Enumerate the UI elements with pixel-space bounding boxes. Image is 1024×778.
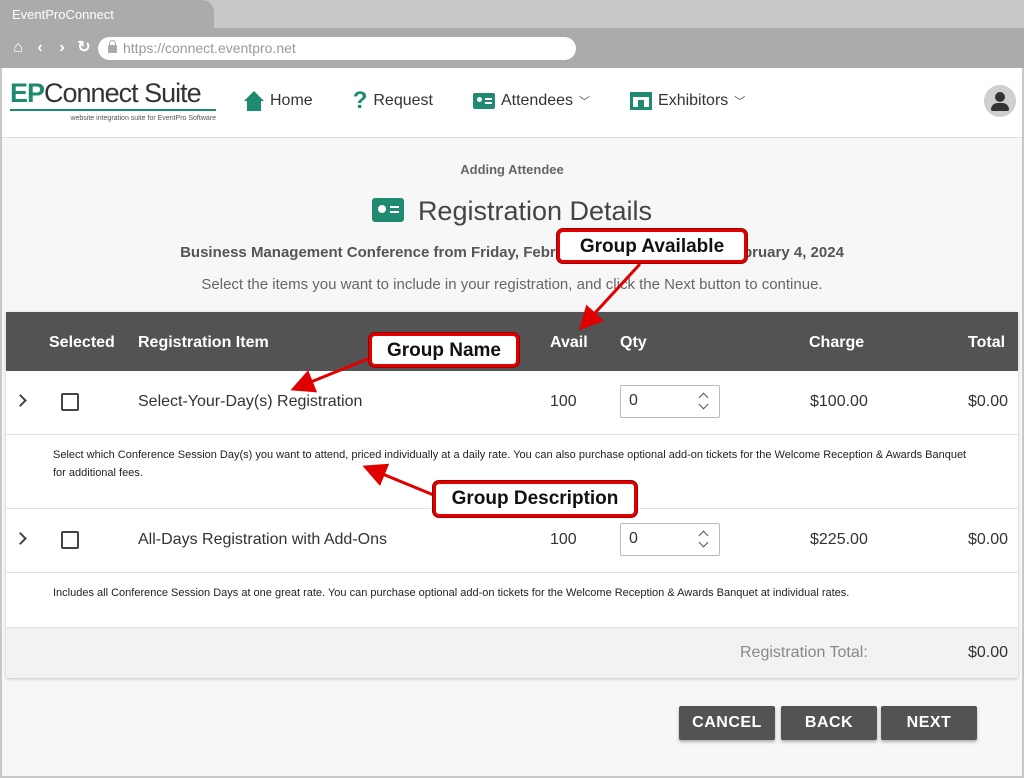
question-mark-icon: ? (352, 87, 368, 114)
nav-home-label: Home (270, 92, 313, 109)
nav-attendees[interactable]: Attendees ﹀ (472, 88, 591, 114)
group-description: Includes all Conference Session Days at … (6, 574, 1018, 628)
browser-nav-icons: ⌂ ‹ › ↻ (10, 39, 92, 57)
page-title-text: Registration Details (417, 196, 653, 226)
nav-request-label: Request (373, 92, 433, 109)
charge-value: $100.00 (810, 393, 868, 410)
registration-item-name: All-Days Registration with Add-Ons (138, 531, 387, 548)
header-qty: Qty (620, 334, 647, 351)
qty-value: 0 (629, 392, 638, 409)
nav-request[interactable]: ? Request (353, 88, 433, 114)
nav-exhibitors[interactable]: Exhibitors ﹀ (630, 88, 745, 114)
logo-rule (10, 109, 216, 111)
spinner-arrows-icon[interactable] (699, 392, 709, 412)
url-text: https://connect.eventpro.net (123, 40, 296, 56)
qty-value: 0 (629, 530, 638, 547)
home-icon[interactable]: ⌂ (10, 39, 26, 57)
logo-ep: EP (10, 78, 45, 108)
charge-value: $225.00 (810, 531, 868, 548)
select-checkbox[interactable] (61, 393, 79, 411)
total-value: $0.00 (968, 393, 1009, 410)
back-arrow-icon[interactable]: ‹ (32, 39, 48, 57)
table-row: All-Days Registration with Add-Ons 100 0… (6, 509, 1018, 573)
header-charge: Charge (809, 334, 865, 351)
browser-tab-title: EventProConnect (12, 7, 114, 22)
registration-total-row: Registration Total: $0.00 (6, 628, 1018, 678)
qty-stepper[interactable]: 0 (620, 523, 720, 556)
page-subtitle: Adding Attendee (460, 162, 564, 177)
app-header: EPConnect Suite website integration suit… (2, 68, 1022, 138)
nav-home[interactable]: Home (244, 88, 313, 114)
chevron-right-icon[interactable] (16, 531, 26, 547)
nav-exhibitors-label: Exhibitors (658, 92, 729, 109)
lock-icon (108, 40, 117, 53)
next-button[interactable]: NEXT (881, 706, 977, 740)
registration-total-label: Registration Total: (740, 644, 868, 661)
callout-group-name: Group Name (369, 333, 519, 367)
page-title: Registration Details (2, 196, 1022, 227)
main-nav: Home ? Request Attendees ﹀ Exhibitors ﹀ (244, 88, 785, 114)
header-avail: Avail (550, 334, 588, 351)
avail-value: 100 (550, 393, 577, 410)
reload-icon[interactable]: ↻ (76, 39, 92, 57)
forward-arrow-icon[interactable]: › (54, 39, 70, 57)
total-value: $0.00 (968, 531, 1009, 548)
header-selected: Selected (49, 334, 115, 351)
id-badge-icon (371, 198, 404, 222)
select-checkbox[interactable] (61, 531, 79, 549)
qty-stepper[interactable]: 0 (620, 385, 720, 418)
chevron-down-icon: ﹀ (579, 96, 591, 108)
ep-connect-suite-logo[interactable]: EPConnect Suite website integration suit… (10, 78, 220, 128)
table-row: Select-Your-Day(s) Registration 100 0 $1… (6, 371, 1018, 435)
chevron-right-icon[interactable] (16, 393, 26, 409)
logo-tagline: website integration suite for EventPro S… (70, 115, 216, 122)
avail-value: 100 (550, 531, 577, 548)
registration-item-name: Select-Your-Day(s) Registration (138, 393, 363, 410)
chevron-down-icon: ﹀ (734, 96, 746, 108)
browser-tab[interactable]: EventProConnect (0, 0, 214, 30)
back-button[interactable]: BACK (781, 706, 877, 740)
logo-connect-suite: Connect Suite (44, 78, 202, 108)
cancel-button[interactable]: CANCEL (679, 706, 775, 740)
user-avatar-icon[interactable] (984, 85, 1016, 117)
registration-total-value: $0.00 (968, 644, 1009, 661)
instructions: Select the items you want to include in … (201, 276, 823, 293)
booth-icon (630, 92, 653, 110)
header-total: Total (968, 334, 1006, 351)
address-bar[interactable]: https://connect.eventpro.net (98, 37, 576, 60)
header-registration-item: Registration Item (138, 334, 269, 351)
nav-attendees-label: Attendees (500, 92, 574, 109)
callout-group-description: Group Description (433, 481, 637, 517)
browser-toolbar: ⌂ ‹ › ↻ https://connect.eventpro.net (0, 28, 1024, 68)
event-line: Business Management Conference from Frid… (180, 244, 844, 261)
id-badge-icon (472, 93, 495, 109)
house-icon (244, 91, 264, 111)
spinner-arrows-icon[interactable] (699, 530, 709, 550)
callout-group-available: Group Available (557, 229, 747, 263)
app-window: EPConnect Suite website integration suit… (2, 68, 1022, 776)
